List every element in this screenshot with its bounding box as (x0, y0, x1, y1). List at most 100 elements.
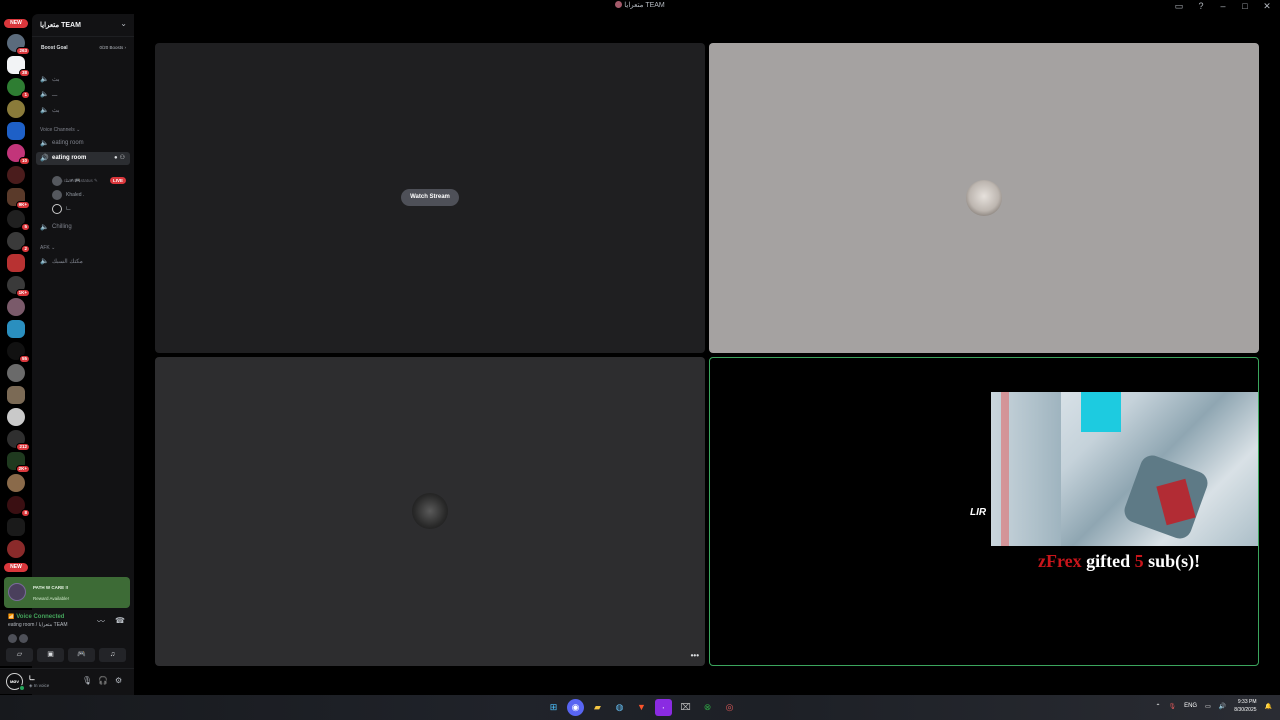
voice-category[interactable]: Voice Channels ⌄ (40, 127, 80, 133)
unread-badge: 10 (18, 157, 30, 165)
server-icon[interactable]: 55 (7, 342, 30, 363)
server-icon[interactable] (7, 122, 25, 140)
soundboard-button[interactable]: ♫ (99, 648, 126, 662)
channel-chilling[interactable]: 🔈 Chilling (36, 221, 130, 233)
channel-eating-room-active[interactable]: 🔊 eating room ●⚇ (36, 152, 130, 165)
steam-icon[interactable]: ◍ (611, 699, 628, 716)
volume-icon[interactable]: 🔊 (1219, 703, 1226, 710)
watch-stream-button[interactable]: Watch Stream (401, 189, 459, 206)
app-icon[interactable]: ◎ (721, 699, 738, 716)
brave-icon[interactable]: ▼ (633, 699, 650, 716)
invite-icon[interactable]: ⚇ (120, 155, 127, 161)
server-icon[interactable]: 5 (7, 210, 30, 231)
username[interactable]: ــا (29, 675, 34, 682)
quest-reward-card[interactable]: PATH W CARE !! Reward Available! (4, 577, 130, 608)
new-unreads-pill-top[interactable]: NEW (4, 19, 28, 28)
camera-button[interactable]: ▱ (6, 648, 33, 662)
gift-suffix: sub(s)! (1148, 551, 1201, 571)
channel-item[interactable]: 🔈 بث (36, 73, 130, 85)
server-icon[interactable] (7, 320, 25, 338)
app-icon[interactable]: ⌧ (677, 699, 694, 716)
voice-status-text: Voice Connected (16, 614, 65, 620)
overlay-logo: LIR (970, 507, 987, 518)
server-icon[interactable]: 1 (7, 78, 30, 99)
speaker-icon: 🔈 (40, 224, 49, 231)
voice-user[interactable]: Khaled . (52, 189, 130, 201)
time: 9:33 PM (1237, 699, 1257, 705)
server-icon[interactable] (7, 540, 25, 558)
server-icon[interactable]: 8 (7, 496, 30, 517)
file-explorer-icon[interactable]: ▰ (589, 699, 606, 716)
microphone-icon[interactable]: 🎙 (82, 676, 92, 685)
server-icon[interactable] (7, 298, 25, 316)
new-unreads-pill-bottom[interactable]: NEW (4, 563, 28, 572)
stream-tile[interactable]: Watch Stream (155, 43, 705, 353)
maximize-button[interactable]: □ (1240, 1, 1250, 12)
disconnect-icon[interactable]: ☎ (115, 616, 125, 625)
signal-icon: 📶 (8, 614, 15, 620)
microphone-icon[interactable]: 🎙 (1168, 703, 1176, 710)
gear-icon[interactable]: ⚙ (115, 676, 122, 685)
chevron-up-icon[interactable]: ⌃ (1155, 703, 1160, 710)
headphones-icon[interactable]: 🎧 (98, 676, 108, 685)
server-icon[interactable] (7, 386, 25, 404)
noise-suppression-icon[interactable]: 〰 (97, 616, 105, 627)
voice-user[interactable]: ــ ≠ 🎮 LIVE (52, 175, 130, 187)
afk-category[interactable]: AFK ⌄ (40, 245, 55, 251)
more-options-icon[interactable]: ••• (691, 651, 699, 660)
network-icon[interactable]: ▭ (1205, 703, 1211, 710)
server-icon[interactable]: 263 (7, 34, 30, 55)
channel-label: Chilling (52, 224, 72, 230)
server-icon[interactable] (7, 408, 25, 426)
boost-goal[interactable]: Boost Goal 0/20 Boosts › (36, 42, 130, 56)
avatar (52, 204, 62, 214)
server-icon[interactable]: 9K+ (7, 188, 30, 209)
participant-tile[interactable]: ••• (155, 357, 705, 666)
app-icon[interactable]: ▪ (655, 699, 672, 716)
server-icon[interactable] (7, 166, 25, 184)
discord-icon[interactable]: ◉ (567, 699, 584, 716)
channel-label: eating room (52, 155, 87, 161)
channel-actions: ●⚇ (114, 154, 127, 161)
close-button[interactable]: ✕ (1262, 1, 1272, 12)
unread-badge: 2 (21, 245, 30, 253)
unread-badge: 38 (18, 69, 30, 77)
gift-alert-image (991, 392, 1258, 546)
channel-label: ـــ (52, 92, 58, 98)
server-icon[interactable]: 1K+ (7, 276, 30, 297)
inbox-icon[interactable]: ▭ (1174, 1, 1184, 12)
speaking-participant-tile[interactable]: LIR zFrex gifted 5 sub(s)! (709, 357, 1259, 666)
xbox-icon[interactable]: ⊗ (699, 699, 716, 716)
windows-start-icon[interactable]: ⊞ (545, 699, 562, 716)
server-icon[interactable]: 212 (7, 430, 30, 451)
server-icon[interactable]: 2 (7, 232, 30, 253)
screen-share-button[interactable]: ▣ (37, 648, 64, 662)
unread-badge: 8 (21, 509, 30, 517)
help-icon[interactable]: ? (1196, 1, 1206, 12)
channel-item[interactable]: 🔈 ـــ (36, 88, 130, 100)
server-icon[interactable] (7, 364, 25, 382)
server-icon[interactable] (7, 518, 25, 536)
guild-header[interactable]: متعرايا TEAM ⌄ (32, 14, 134, 37)
clock[interactable]: 9:33 PM 8/30/2025 (1234, 698, 1256, 714)
server-icon[interactable] (7, 100, 25, 118)
boost-goal-label: Boost Goal (41, 45, 68, 51)
server-icon[interactable]: 2K+ (7, 452, 30, 473)
server-icon[interactable]: 10 (7, 144, 30, 165)
window-controls: ▭ ? – □ ✕ (1174, 1, 1272, 12)
server-icon[interactable] (7, 474, 25, 492)
voice-status[interactable]: 📶 Voice Connected (8, 614, 64, 620)
activity-button[interactable]: 🎮 (68, 648, 95, 662)
notification-bell-icon[interactable]: 🔔 (1265, 703, 1272, 710)
minimize-button[interactable]: – (1218, 1, 1228, 12)
voice-user[interactable]: ــا (52, 203, 130, 215)
server-icon[interactable]: 38 (7, 56, 30, 77)
voice-location[interactable]: eating room / متعرايا TEAM (8, 622, 68, 628)
channel-afk[interactable]: 🔈 مكتك السبك (36, 255, 130, 267)
language-indicator[interactable]: ENG (1184, 703, 1197, 709)
speaker-icon: 🔈 (40, 76, 49, 83)
server-icon[interactable] (7, 254, 25, 272)
participant-tile[interactable] (709, 43, 1259, 353)
channel-eating-room[interactable]: 🔈 eating room (36, 137, 130, 149)
channel-item[interactable]: 🔈 بث (36, 104, 130, 116)
